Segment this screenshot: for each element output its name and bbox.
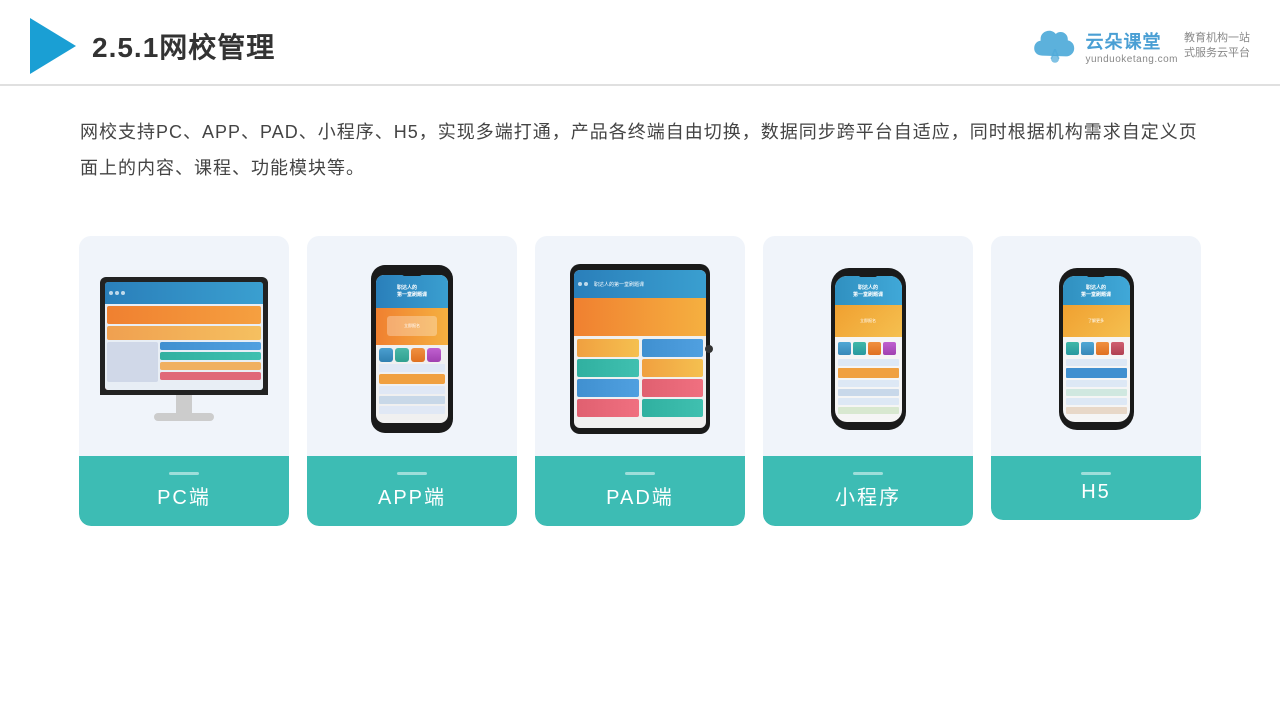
new-phone-frame-h5: 职达人的第一堂刷题课 了解更多 [1059,268,1134,430]
phone-frame-app: 职达人的第一堂刷题课 立即报名 [371,265,453,433]
card-mini: 职达人的第一堂刷题课 立即报名 [763,236,973,526]
card-mini-label: 小程序 [763,456,973,526]
card-pc-image [79,236,289,456]
brand-info: 云朵课堂 yunduoketang.com [1085,28,1178,65]
card-label-line-pc [169,472,199,475]
description-text: 网校支持PC、APP、PAD、小程序、H5，实现多端打通，产品各终端自由切换，数… [80,122,1198,178]
logo-triangle [30,18,76,74]
monitor-screen [105,282,263,390]
page-title: 2.5.1网校管理 [92,26,275,66]
brand-name: 云朵课堂 [1085,28,1178,54]
brand-url: yunduoketang.com [1085,54,1178,65]
cloud-icon [1031,28,1079,64]
header-right: 云朵课堂 yunduoketang.com 教育机构一站式服务云平台 [1031,28,1250,65]
card-pc: PC端 [79,236,289,526]
cloud-logo: 云朵课堂 yunduoketang.com 教育机构一站式服务云平台 [1031,28,1250,65]
new-phone-frame-mini: 职达人的第一堂刷题课 立即报名 [831,268,906,430]
tablet-frame: 职达人的第一堂刷题课 [570,264,710,434]
monitor-frame [100,277,268,395]
card-h5-image: 职达人的第一堂刷题课 了解更多 [991,236,1201,456]
header-left: 2.5.1网校管理 [30,18,275,74]
card-pc-label: PC端 [79,456,289,526]
description: 网校支持PC、APP、PAD、小程序、H5，实现多端打通，产品各终端自由切换，数… [0,86,1280,196]
card-app: 职达人的第一堂刷题课 立即报名 [307,236,517,526]
card-app-image: 职达人的第一堂刷题课 立即报名 [307,236,517,456]
card-h5-label: H5 [991,456,1201,520]
card-mini-image: 职达人的第一堂刷题课 立即报名 [763,236,973,456]
card-pad: 职达人的第一堂刷题课 [535,236,745,526]
card-label-line-app [397,472,427,475]
card-h5: 职达人的第一堂刷题课 了解更多 [991,236,1201,520]
card-label-line-h5 [1081,472,1111,475]
card-pad-image: 职达人的第一堂刷题课 [535,236,745,456]
brand-slogan: 教育机构一站式服务云平台 [1184,31,1250,62]
cards-container: PC端 职达人的第一堂刷题课 立即报名 [0,206,1280,556]
card-pad-label: PAD端 [535,456,745,526]
card-label-line-pad [625,472,655,475]
pc-monitor [100,277,268,421]
card-label-line-mini [853,472,883,475]
card-app-label: APP端 [307,456,517,526]
header: 2.5.1网校管理 云朵课堂 yunduoketang.com 教育机构一站式服… [0,0,1280,86]
